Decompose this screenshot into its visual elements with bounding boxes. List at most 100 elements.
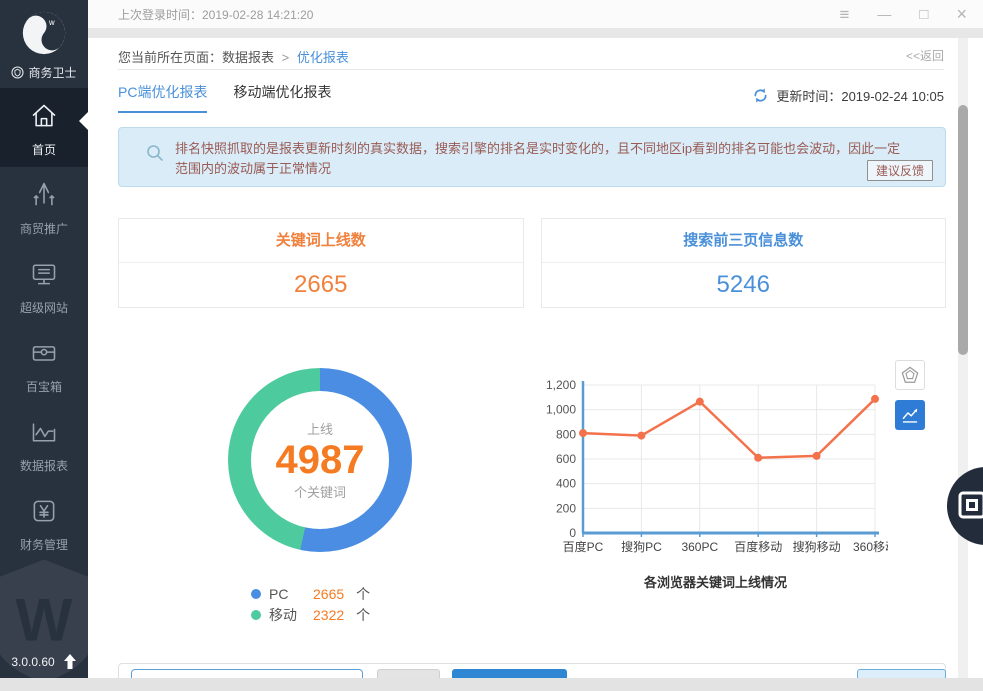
logo-block: w 商务卫士 bbox=[0, 0, 88, 88]
brand-name: 商务卫士 bbox=[28, 64, 76, 81]
refresh-icon[interactable] bbox=[752, 87, 769, 104]
sidebar-item-label: 首页 bbox=[0, 141, 88, 158]
sidebar-item-label: 百宝箱 bbox=[0, 378, 88, 395]
legend-unit: 个 bbox=[356, 584, 370, 604]
tab-mobile-report[interactable]: 移动端优化报表 bbox=[233, 82, 331, 113]
legend-value: 2665 bbox=[313, 586, 344, 602]
back-link[interactable]: <<返回 bbox=[906, 47, 944, 64]
scrollbar-track[interactable] bbox=[958, 38, 968, 678]
keyword-input[interactable] bbox=[131, 669, 363, 678]
svg-text:W: W bbox=[16, 586, 73, 654]
menu-icon[interactable]: ≡ bbox=[840, 6, 850, 23]
stat-cards: 关键词上线数 2665 搜索前三页信息数 5246 bbox=[118, 218, 946, 308]
notice-text: 排名快照抓取的是报表更新时刻的真实数据，搜索引擎的排名是实时变化的，且不同地区i… bbox=[175, 139, 905, 179]
sidebar-item-label: 数据报表 bbox=[0, 457, 88, 474]
legend-name: 移动 bbox=[269, 605, 305, 625]
breadcrumb-current[interactable]: 优化报表 bbox=[297, 50, 349, 65]
breadcrumb-divider bbox=[118, 69, 944, 70]
version-label: 3.0.0.60 bbox=[11, 655, 54, 669]
main-content: 您当前所在页面：数据报表 > 优化报表 <<返回 PC端优化报表 移动端优化报表… bbox=[88, 38, 958, 678]
sidebar-item-home[interactable]: 首页 bbox=[0, 88, 88, 167]
sidebar-item-finance[interactable]: 财务管理 bbox=[0, 483, 88, 562]
minimize-icon[interactable]: — bbox=[877, 7, 891, 21]
svg-text:360PC: 360PC bbox=[681, 540, 718, 554]
partial-grey-button[interactable] bbox=[377, 669, 440, 678]
sidebar-item-reports[interactable]: 数据报表 bbox=[0, 404, 88, 483]
tab-pc-report[interactable]: PC端优化报表 bbox=[118, 82, 207, 113]
sidebar-item-label: 超级网站 bbox=[0, 299, 88, 316]
legend-row-mobile: 移动 2322 个 bbox=[251, 604, 370, 625]
window-controls: ≡ — □ × bbox=[840, 5, 983, 23]
legend-row-pc: PC 2665 个 bbox=[251, 583, 370, 604]
partial-outline-button[interactable] bbox=[857, 669, 946, 678]
update-time-row: 更新时间：2019-02-24 10:05 bbox=[752, 86, 944, 105]
sidebar-item-website[interactable]: 超级网站 bbox=[0, 246, 88, 325]
sidebar-item-promotion[interactable]: 商贸推广 bbox=[0, 167, 88, 246]
sidebar: w 商务卫士 首页 bbox=[0, 0, 88, 678]
donut-total-value: 4987 bbox=[228, 438, 412, 482]
report-icon bbox=[30, 433, 58, 450]
svg-text:360移动: 360移动 bbox=[853, 540, 888, 554]
close-icon[interactable]: × bbox=[956, 5, 967, 23]
partial-blue-button[interactable] bbox=[452, 669, 567, 678]
update-time-label: 更新时间：2019-02-24 10:05 bbox=[776, 86, 944, 105]
legend-dot-pc bbox=[251, 589, 261, 599]
tab-bar: PC端优化报表 移动端优化报表 bbox=[118, 82, 331, 113]
svg-text:1,200: 1,200 bbox=[546, 378, 576, 392]
active-item-notch bbox=[79, 112, 88, 130]
chart-type-line-button[interactable] bbox=[895, 400, 925, 430]
titlebar: 上次登录时间：2019-02-28 14:21:20 ≡ — □ × bbox=[88, 0, 983, 28]
donut-label-bottom: 个关键词 bbox=[228, 482, 412, 501]
sidebar-item-label: 财务管理 bbox=[0, 536, 88, 553]
scrollbar-thumb[interactable] bbox=[958, 105, 968, 355]
qr-code-icon bbox=[957, 490, 983, 520]
sidebar-item-toolbox[interactable]: 百宝箱 bbox=[0, 325, 88, 404]
legend-name: PC bbox=[269, 586, 305, 602]
breadcrumb: 您当前所在页面：数据报表 > 优化报表 <<返回 bbox=[118, 47, 944, 66]
brand-shield-icon bbox=[11, 66, 24, 79]
notice-banner: 排名快照抓取的是报表更新时刻的真实数据，搜索引擎的排名是实时变化的，且不同地区i… bbox=[118, 127, 946, 187]
legend-dot-mobile bbox=[251, 610, 261, 620]
sidebar-item-label: 商贸推广 bbox=[0, 220, 88, 237]
stat-card-value: 2665 bbox=[119, 263, 523, 307]
search-icon bbox=[146, 144, 164, 162]
version-row: 3.0.0.60 bbox=[0, 654, 88, 670]
svg-text:200: 200 bbox=[556, 501, 576, 515]
line-chart-icon bbox=[901, 406, 919, 424]
feedback-button[interactable]: 建议反馈 bbox=[867, 160, 933, 181]
svg-text:百度PC: 百度PC bbox=[563, 539, 604, 554]
maximize-icon[interactable]: □ bbox=[919, 7, 928, 22]
svg-text:400: 400 bbox=[556, 477, 576, 491]
legend-value: 2322 bbox=[313, 607, 344, 623]
finance-icon bbox=[30, 512, 58, 529]
promote-icon bbox=[30, 196, 58, 213]
svg-text:搜狗移动: 搜狗移动 bbox=[793, 539, 841, 554]
line-chart-svg: 02004006008001,0001,200百度PC搜狗PC360PC百度移动… bbox=[543, 376, 888, 576]
legend-unit: 个 bbox=[356, 605, 370, 625]
breadcrumb-prefix: 您当前所在页面：数据报表 bbox=[118, 50, 274, 65]
upgrade-arrow-icon[interactable] bbox=[63, 654, 77, 670]
chart-type-pentagon-button[interactable] bbox=[895, 360, 925, 390]
svg-text:百度移动: 百度移动 bbox=[734, 539, 782, 554]
donut-legend: PC 2665 个 移动 2322 个 bbox=[251, 583, 370, 625]
svg-text:0: 0 bbox=[569, 526, 576, 540]
donut-label-top: 上线 bbox=[228, 419, 412, 438]
svg-text:搜狗PC: 搜狗PC bbox=[621, 539, 662, 554]
svg-text:600: 600 bbox=[556, 452, 576, 466]
donut-center-text: 上线 4987 个关键词 bbox=[228, 368, 412, 552]
app-window: w 商务卫士 首页 bbox=[0, 0, 983, 691]
website-icon bbox=[30, 275, 58, 292]
pentagon-icon bbox=[901, 366, 919, 384]
titlebar-divider bbox=[88, 28, 983, 38]
yin-yang-logo-icon: w bbox=[21, 10, 67, 56]
stat-card-keywords-online: 关键词上线数 2665 bbox=[118, 218, 524, 308]
line-chart-title: 各浏览器关键词上线情况 bbox=[543, 572, 888, 591]
breadcrumb-separator: > bbox=[282, 50, 290, 65]
svg-text:1,000: 1,000 bbox=[546, 403, 576, 417]
partial-bottom-panel bbox=[118, 663, 946, 678]
svg-text:w: w bbox=[48, 18, 55, 27]
stat-card-title: 关键词上线数 bbox=[119, 219, 523, 263]
stat-card-title: 搜索前三页信息数 bbox=[542, 219, 946, 263]
home-icon bbox=[30, 117, 58, 134]
stat-card-value: 5246 bbox=[542, 263, 946, 307]
